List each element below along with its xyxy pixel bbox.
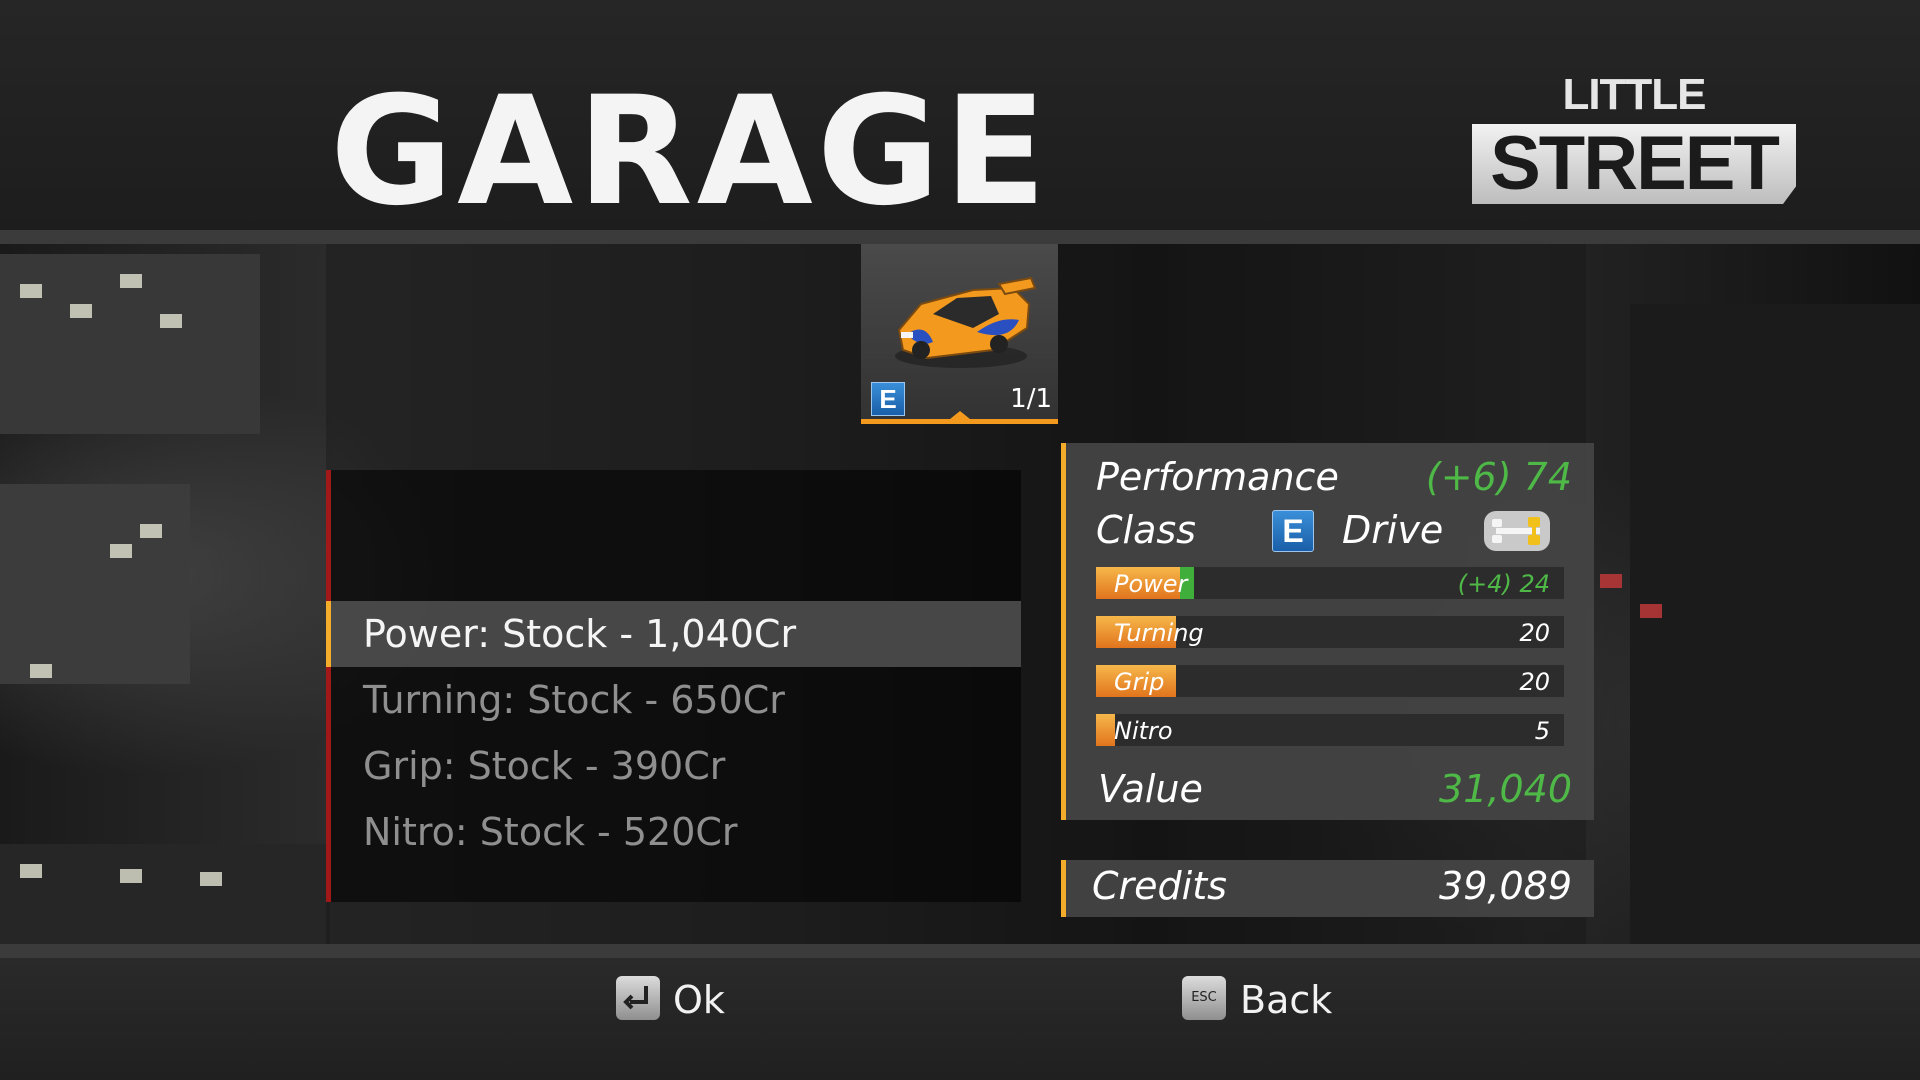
stat-value: (+4) 24 [1457,570,1550,598]
building [0,484,190,684]
footer-divider [0,944,1920,958]
building-window [110,544,132,558]
neon-sign [1600,574,1622,588]
upgrade-item-label: Turning: Stock - 650Cr [363,678,785,722]
building-window [200,872,222,886]
building-window [140,524,162,538]
stat-label: Power [1114,570,1188,598]
car-count: 1/1 [1010,384,1052,414]
credits-label: Credits [1092,864,1227,908]
upgrade-item-label: Power: Stock - 1,040Cr [363,612,797,656]
header: GARAGE LITTLE RACERS STREET [0,0,1920,239]
stat-value: 5 [1534,717,1550,745]
upgrade-item-power[interactable]: Power: Stock - 1,040Cr [326,601,1021,667]
car-image [895,276,1037,368]
upgrade-list: Power: Stock - 1,040Cr Turning: Stock - … [326,470,1021,902]
building-window [20,284,42,298]
stat-bar-turning: Turning 20 [1096,616,1564,648]
selection-pointer-icon [950,411,970,419]
car-selector-card[interactable]: E 1/1 [861,244,1058,424]
upgrade-item-label: Grip: Stock - 390Cr [363,744,726,788]
back-button[interactable]: Back [1240,978,1332,1022]
footer: Ok ESC Back [0,958,1920,1080]
building-window [120,869,142,883]
car-stats-panel: Performance (+6) 74 Class E Drive Power … [1061,443,1594,820]
performance-value: (+6) 74 [1425,455,1572,499]
credits-amount: 39,089 [1439,864,1572,908]
header-divider [0,230,1920,244]
class-badge: E [1272,510,1314,552]
credits-panel: Credits 39,089 [1061,860,1594,917]
ok-button[interactable]: Ok [673,978,725,1022]
car-class-badge: E [871,382,905,416]
logo-bottom-text: STREET [1472,124,1796,204]
building [1630,304,1920,944]
building-window [120,274,142,288]
car-selected-indicator [861,419,1058,424]
building-window [70,304,92,318]
stat-bar-power: Power (+4) 24 [1096,567,1564,599]
page-title: GARAGE [330,65,1051,239]
upgrade-item-label: Nitro: Stock - 520Cr [363,810,738,854]
stat-bar-fill [1096,714,1115,746]
enter-key-icon[interactable] [616,976,660,1020]
stat-label: Nitro [1114,717,1173,745]
drive-label: Drive [1342,508,1444,552]
building-window [30,664,52,678]
car-value-amount: 31,040 [1439,767,1572,811]
stat-value: 20 [1519,668,1550,696]
stat-bar-grip: Grip 20 [1096,665,1564,697]
neon-sign [1640,604,1662,618]
drivetrain-icon [1484,511,1550,551]
building [0,844,330,944]
class-label: Class [1096,508,1196,552]
upgrade-item-nitro[interactable]: Nitro: Stock - 520Cr [326,799,1021,865]
esc-key-icon[interactable]: ESC [1182,976,1226,1020]
stat-bar-nitro: Nitro 5 [1096,714,1564,746]
building-window [20,864,42,878]
game-logo: LITTLE RACERS STREET [1472,72,1796,214]
performance-label: Performance [1096,455,1339,499]
stat-label: Grip [1114,668,1165,696]
stat-value: 20 [1519,619,1550,647]
upgrade-item-grip[interactable]: Grip: Stock - 390Cr [326,733,1021,799]
car-value-label: Value [1098,767,1203,811]
building-window [160,314,182,328]
stat-label: Turning [1114,619,1204,647]
upgrade-item-turning[interactable]: Turning: Stock - 650Cr [326,667,1021,733]
